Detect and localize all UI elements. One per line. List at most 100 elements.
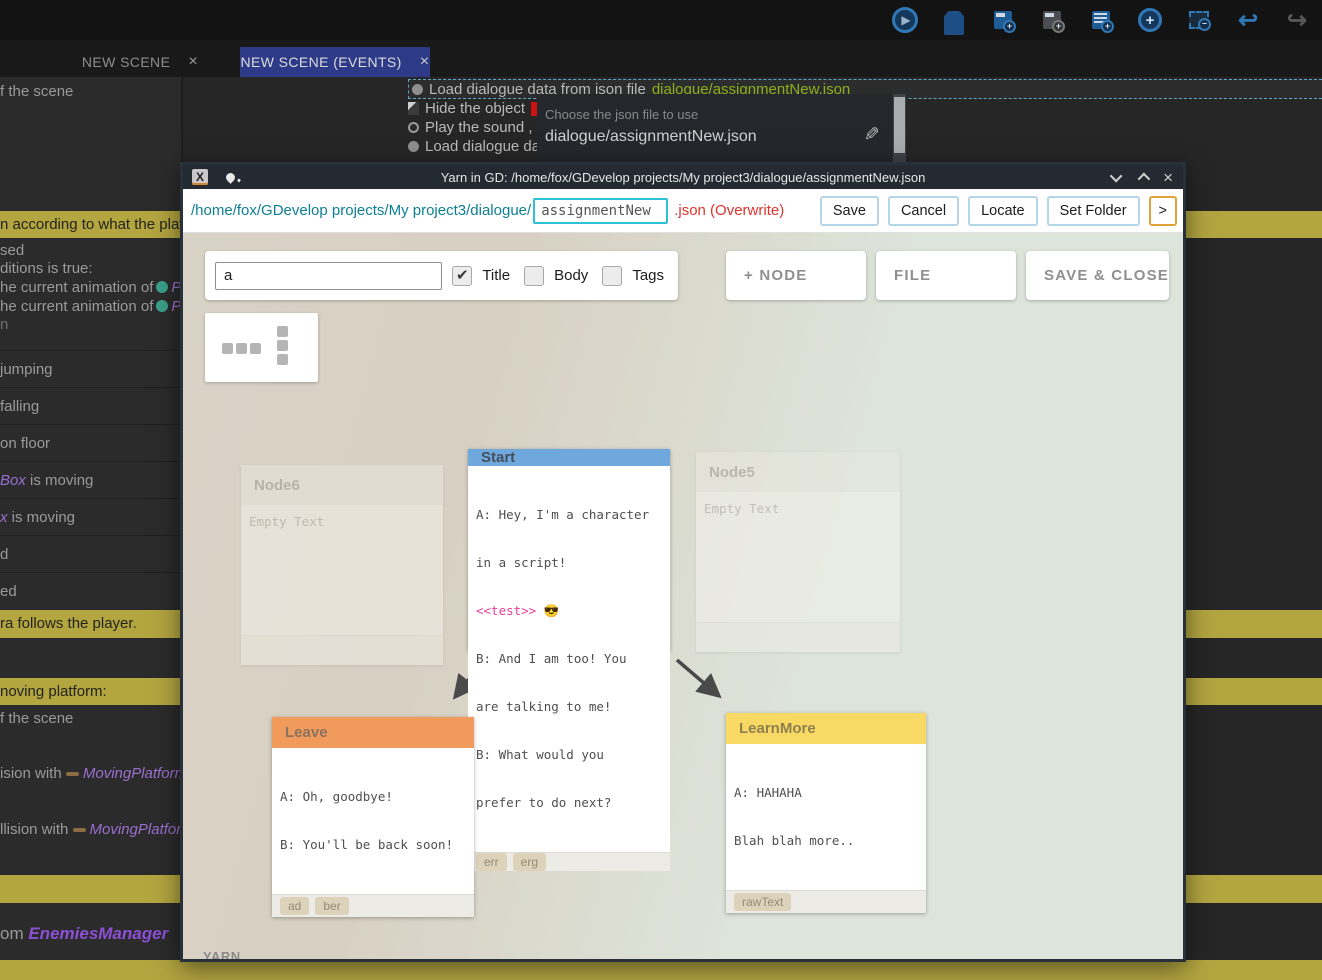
save-button[interactable]: Save [820,196,879,226]
condition-row[interactable]: he current animation ofPl [0,298,183,315]
node-body[interactable]: A: Hey, I'm a character in a script! <<t… [468,466,670,852]
object-action-icon [408,102,419,115]
condition-row[interactable]: ision with MovingPlatform [0,762,183,786]
node-leave[interactable]: Leave A: Oh, goodbye! B: You'll be back … [272,717,474,917]
events-left-panel: f the scene n according to what the play… [0,77,183,980]
minimap-widget[interactable] [205,313,318,382]
tag-chip[interactable]: err [476,853,507,871]
event-row-load-dialogue-2[interactable]: Load dialogue dat [408,137,544,156]
tag-chip[interactable]: erg [513,853,546,871]
event-row[interactable]: sed [0,242,183,259]
comment-row[interactable] [1186,875,1322,903]
more-button[interactable]: > [1149,196,1177,226]
node-learnmore[interactable]: LearnMore A: HAHAHA Blah blah more.. raw… [726,713,926,913]
event-row[interactable]: ditions is true: [0,260,183,277]
event-row-hide-object[interactable]: Hide the object [408,99,541,118]
node-title[interactable]: Start [468,449,670,466]
play-icon[interactable]: ▶ [892,7,918,33]
debug-icon[interactable] [941,7,967,33]
event-row-play-sound[interactable]: Play the sound , v [408,118,544,137]
node-body[interactable]: A: Oh, goodbye! B: You'll be back soon! [272,748,474,894]
node-node6[interactable]: Node6 Empty Text [241,465,443,665]
tab-label: NEW SCENE [82,54,170,70]
undo-icon[interactable]: ↩ [1235,7,1261,33]
condition-row[interactable]: ed [0,572,183,609]
event-row[interactable]: n [0,316,183,333]
condition-row[interactable]: jumping [0,350,183,387]
comment-row[interactable] [1186,610,1322,638]
json-popup-value[interactable]: dialogue/assignmentNew.json [545,128,757,146]
node-body[interactable]: A: HAHAHA Blah blah more.. [726,744,926,890]
tab-new-scene-events[interactable]: NEW SCENE (EVENTS) × [240,47,430,77]
checkbox-body[interactable] [524,266,544,286]
popup-scrollbar[interactable] [893,94,906,163]
checkbox-title-label: Title [482,267,510,284]
cancel-button[interactable]: Cancel [888,196,959,226]
file-menu-button[interactable]: FILE [876,251,1016,300]
node-title[interactable]: Node5 [696,452,900,492]
window-titlebar[interactable]: X Yarn in GD: /home/fox/GDevelop project… [183,165,1183,189]
condition-row[interactable]: on floor [0,424,183,461]
file-path-row: /home/fox/GDevelop projects/My project3/… [183,189,1183,233]
toolbar-icons: ▶ + + + + – ↩ ↪ [892,7,1310,33]
comment-row[interactable] [1186,678,1322,705]
path-base: /home/fox/GDevelop projects/My project3/… [191,202,531,219]
node-node5[interactable]: Node5 Empty Text [696,452,900,652]
close-icon[interactable]: × [1163,169,1173,186]
add-node-button[interactable]: + NODE [726,251,866,300]
checkbox-tags[interactable] [602,266,622,286]
condition-row[interactable]: d [0,535,183,572]
redo-icon[interactable]: ↪ [1284,7,1310,33]
comment-row-bottom[interactable] [0,960,1322,980]
window-title: Yarn in GD: /home/fox/GDevelop projects/… [183,170,1183,185]
condition-row[interactable]: he current animation ofPl [0,279,183,296]
yarn-command: <<test>> [476,603,536,618]
platform-icon [66,772,79,776]
node-tags: ad ber [272,894,474,917]
top-toolbar: ▶ + + + + – ↩ ↪ [0,0,1322,40]
platform-icon [73,828,86,832]
node-title[interactable]: LearnMore [726,713,926,744]
comment-row[interactable] [1186,211,1322,238]
edit-pencil-icon[interactable]: ✎ [859,126,882,142]
add-scene-icon[interactable]: + [990,7,1016,33]
popup-scrollbar-thumb[interactable] [894,97,905,153]
filename-input[interactable] [533,198,668,224]
node-body[interactable]: Empty Text [241,505,443,635]
comment-row[interactable]: ra follows the player. [0,610,183,638]
object-icon [156,300,168,312]
action-row[interactable]: om EnemiesManager [0,920,183,948]
yarn-node-canvas[interactable]: ✔ Title Body Tags + NODE FILE SAVE & CLO… [183,233,1183,959]
comment-row[interactable] [0,875,183,903]
event-row[interactable]: f the scene [0,710,183,727]
add-events-icon[interactable]: + [1088,7,1114,33]
tab-close-icon[interactable]: × [420,53,430,71]
remove-selection-icon[interactable]: – [1186,7,1212,33]
search-input[interactable] [215,262,442,290]
tag-chip[interactable]: ad [280,897,309,915]
comment-row[interactable]: n according to what the playe [0,211,183,238]
tag-chip[interactable]: ber [315,897,348,915]
comment-row[interactable]: noving platform: [0,678,183,705]
save-and-close-button[interactable]: SAVE & CLOSE [1026,251,1169,300]
tab-new-scene[interactable]: NEW SCENE × [40,47,240,77]
condition-row[interactable]: x is moving [0,498,183,535]
event-row[interactable]: f the scene [0,83,183,100]
condition-row[interactable]: llision with MovingPlatform [0,818,183,842]
add-circle-icon[interactable]: + [1137,7,1163,33]
yarn-watermark: YARN [203,949,241,959]
set-folder-button[interactable]: Set Folder [1047,196,1140,226]
node-title[interactable]: Leave [272,717,474,748]
tab-close-icon[interactable]: × [188,53,198,71]
node-body[interactable]: Empty Text [696,492,900,622]
condition-row[interactable]: Box is moving [0,461,183,498]
condition-row[interactable]: falling [0,387,183,424]
checkbox-title-checked[interactable]: ✔ [452,266,472,286]
chevron-up-icon[interactable] [1138,172,1151,185]
node-start[interactable]: Start A: Hey, I'm a character in a scrip… [468,449,670,651]
add-external-layout-icon[interactable]: + [1039,7,1065,33]
node-title[interactable]: Node6 [241,465,443,505]
tab-label: NEW SCENE (EVENTS) [241,54,402,70]
tag-chip[interactable]: rawText [734,893,791,911]
locate-button[interactable]: Locate [968,196,1038,226]
